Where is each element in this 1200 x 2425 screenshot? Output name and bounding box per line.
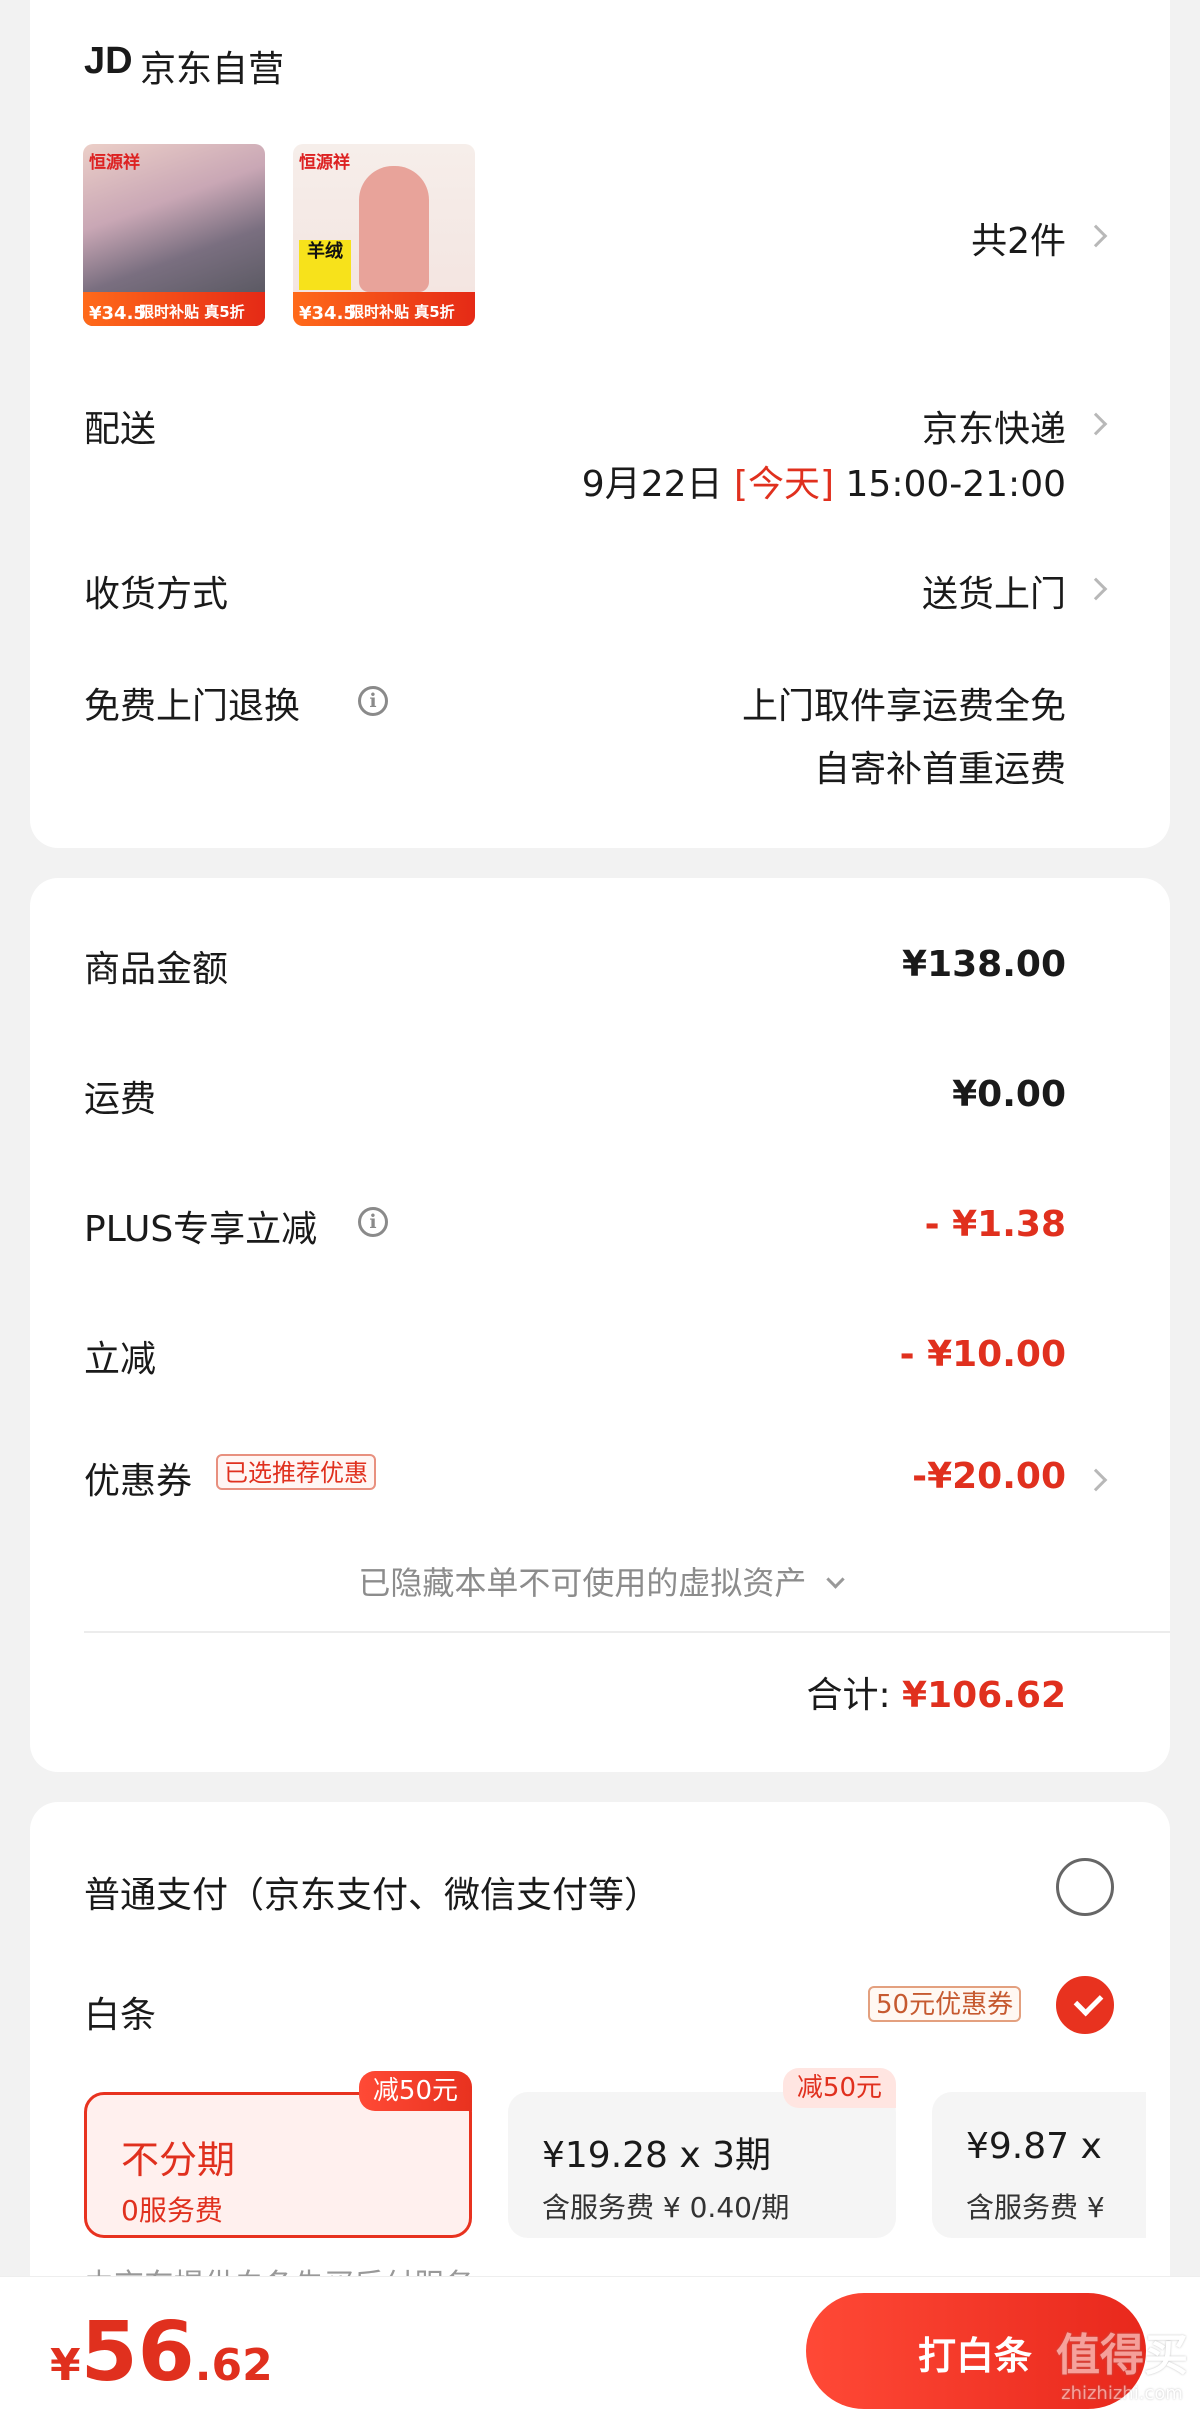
- price-integer: 56: [80, 2305, 195, 2400]
- product-promo-text: 限时补贴 真5折: [139, 303, 245, 321]
- watermark: 值得买 zhizhizhi.com: [1056, 2319, 1188, 2404]
- plan-title: ¥9.87 x: [966, 2126, 1102, 2167]
- baitiao-radio[interactable]: [1056, 1976, 1114, 2034]
- total-row: 合计: ¥106.62: [806, 1666, 1066, 1718]
- currency-symbol: ¥: [50, 2340, 81, 2391]
- watermark-domain: zhizhizhi.com: [1061, 2383, 1183, 2404]
- free-return-line1: 上门取件享运费全免: [741, 686, 1066, 727]
- goods-amount-label: 商品金额: [84, 949, 229, 990]
- installment-plans: 减50元 不分期 0服务费 减50元 ¥19.28 x 3期 含服务费 ¥ 0.…: [84, 2068, 1146, 2258]
- product-brand: 恒源祥: [89, 153, 140, 173]
- chevron-right-icon: [1084, 412, 1108, 436]
- chevron-right-icon: [1084, 577, 1108, 601]
- plan-subtitle: 含服务费 ¥: [966, 2191, 1105, 2224]
- chevron-down-icon: [825, 1570, 845, 1589]
- shipping-label: 运费: [84, 1079, 157, 1120]
- hidden-assets-toggle[interactable]: 已隐藏本单不可使用的虚拟资产: [30, 1558, 1170, 1604]
- model-figure: [359, 166, 429, 292]
- plus-discount-label: PLUS专享立减: [84, 1209, 318, 1250]
- instant-discount-value: - ¥10.00: [899, 1334, 1066, 1375]
- plan-title: 不分期: [121, 2138, 236, 2182]
- pay-amount: ¥56.62: [50, 2305, 273, 2400]
- divider: [84, 1631, 1170, 1633]
- plan-subtitle: 含服务费 ¥ 0.40/期: [542, 2191, 790, 2224]
- store-name: 京东自营: [140, 49, 285, 90]
- product-thumbnail-1[interactable]: 恒源祥 ¥34.5 限时补贴 真5折: [83, 144, 265, 326]
- baitiao-label: 白条: [84, 1995, 157, 2036]
- delivery-today: [今天]: [733, 464, 835, 505]
- delivery-time: 9月22日 [今天] 15:00-21:00: [582, 455, 1066, 507]
- plus-discount-value: - ¥1.38: [924, 1204, 1066, 1245]
- instant-discount-label: 立减: [84, 1339, 157, 1380]
- jd-logo-icon: JD: [84, 40, 133, 82]
- product-brand: 恒源祥: [299, 153, 350, 173]
- product-price-tag: ¥34.5: [89, 303, 146, 324]
- price-decimal: .62: [194, 2340, 273, 2391]
- free-return-line2: 自寄补首重运费: [813, 749, 1066, 790]
- plan-no-installment[interactable]: 减50元 不分期 0服务费: [84, 2071, 472, 2238]
- receive-method-label: 收货方式: [84, 574, 229, 615]
- product-thumbnail-2[interactable]: 恒源祥 羊绒 ¥34.5 限时补贴 真5折: [293, 144, 475, 326]
- delivery-window: 15:00-21:00: [845, 464, 1066, 505]
- coupon-value[interactable]: -¥20.00: [912, 1456, 1066, 1497]
- plan-more-installments[interactable]: ¥9.87 x 含服务费 ¥: [932, 2092, 1146, 2238]
- coupon-label: 优惠券: [84, 1461, 193, 1502]
- check-icon: [1073, 1986, 1104, 2017]
- pay-button-label: 打白条: [918, 2334, 1033, 2378]
- plan-discount-badge: 减50元: [782, 2068, 896, 2108]
- bottom-bar: ¥56.62 打白条: [0, 2276, 1200, 2425]
- delivery-carrier[interactable]: 京东快递: [922, 400, 1066, 452]
- coupon-selected-tag: 已选推荐优惠: [216, 1454, 376, 1490]
- order-info-card: JD 京东自营 恒源祥 ¥34.5 限时补贴 真5折 恒源祥 羊绒 ¥34.5 …: [30, 0, 1170, 848]
- price-summary-card: 商品金额 ¥138.00 运费 ¥0.00 PLUS专享立减 i - ¥1.38…: [30, 878, 1170, 1772]
- free-return-label: 免费上门退换: [84, 686, 301, 727]
- chevron-right-icon: [1084, 1468, 1108, 1492]
- plan-3-installments[interactable]: 减50元 ¥19.28 x 3期 含服务费 ¥ 0.40/期: [508, 2068, 896, 2238]
- product-count[interactable]: 共2件: [971, 212, 1066, 264]
- total-value: ¥106.62: [902, 1675, 1066, 1716]
- receive-method-value[interactable]: 送货上门: [922, 565, 1066, 617]
- chevron-right-icon: [1084, 224, 1108, 248]
- plan-title: ¥19.28 x 3期: [542, 2135, 772, 2176]
- info-icon[interactable]: i: [358, 686, 388, 716]
- info-icon[interactable]: i: [358, 1207, 388, 1237]
- total-label: 合计:: [806, 1675, 891, 1716]
- watermark-logo: 值得买: [1056, 2330, 1188, 2381]
- normal-pay-label: 普通支付（京东支付、微信支付等）: [84, 1875, 661, 1916]
- hidden-assets-text: 已隐藏本单不可使用的虚拟资产: [358, 1564, 807, 1602]
- delivery-date: 9月22日: [581, 464, 723, 505]
- product-promo-text: 限时补贴 真5折: [349, 303, 455, 321]
- baitiao-coupon-tag[interactable]: 50元优惠券: [868, 1986, 1022, 2022]
- goods-amount-value: ¥138.00: [902, 944, 1066, 985]
- normal-pay-radio[interactable]: [1056, 1858, 1114, 1916]
- plan-subtitle: 0服务费: [121, 2194, 223, 2227]
- shipping-value: ¥0.00: [952, 1074, 1066, 1115]
- delivery-label: 配送: [84, 409, 157, 450]
- plan-discount-badge: 减50元: [358, 2071, 472, 2111]
- product-price-tag: ¥34.5: [299, 303, 356, 324]
- badge-box: 羊绒: [299, 240, 351, 290]
